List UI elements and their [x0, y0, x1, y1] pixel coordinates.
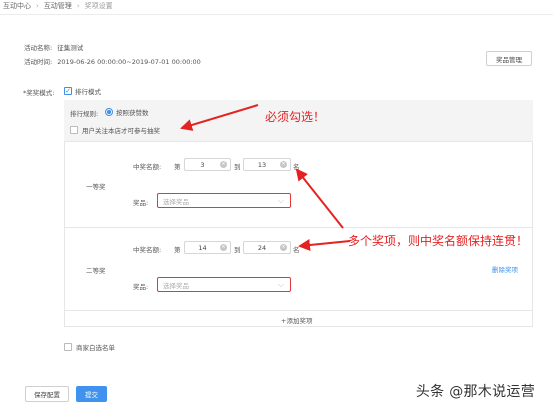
- arrow-to-second-prize-rank: [298, 239, 351, 251]
- arrow-to-first-prize-rank: [295, 168, 344, 229]
- arrow-to-follow-checkbox: [180, 104, 259, 131]
- annotation-arrows: [180, 104, 351, 251]
- annotation-must-check: 必须勾选！: [265, 110, 326, 124]
- watermark: 头条 @那木说运营: [415, 384, 535, 400]
- annotation-continuous: 多个奖项，则中奖名额保持连贯！: [348, 234, 529, 248]
